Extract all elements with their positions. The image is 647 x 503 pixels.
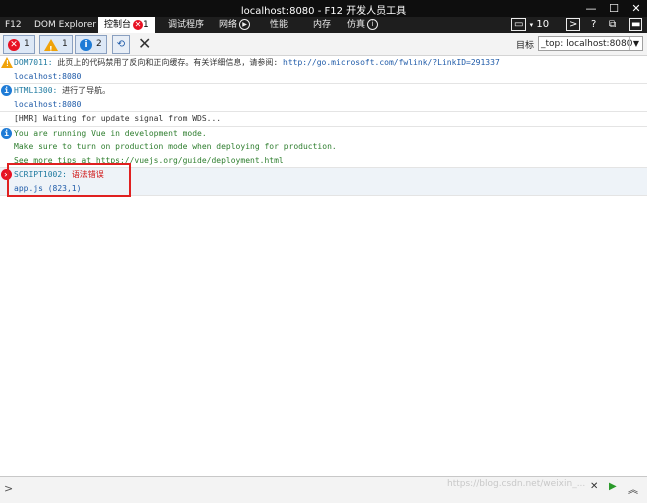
target-label: 目标 bbox=[516, 41, 535, 51]
message-code: DOM7011 bbox=[14, 58, 48, 67]
clear-console-button[interactable]: ✕ bbox=[138, 34, 151, 54]
tab-console-label: 控制台 bbox=[104, 20, 132, 30]
filter-info-button[interactable]: i2 bbox=[75, 35, 107, 54]
undock-button[interactable]: ⧉ bbox=[609, 18, 616, 32]
tab-debugger[interactable]: 调试程序 bbox=[168, 17, 204, 33]
tab-emulation-label: 仿真 bbox=[347, 20, 366, 30]
console-output: ! DOM7011: 此页上的代码禁用了反向和正向缓存。有关详细信息，请参阅: … bbox=[0, 56, 647, 475]
window-title: localhost:8080 - F12 开发人员工具 bbox=[240, 6, 407, 17]
tab-memory[interactable]: 内存 bbox=[313, 17, 331, 33]
document-mode-selector[interactable]: ▭ ▾ 10 bbox=[511, 18, 549, 32]
info-icon: i bbox=[80, 38, 92, 51]
maximize-button[interactable]: ☐ bbox=[603, 0, 625, 17]
message-source-link[interactable]: localhost:8080 bbox=[14, 100, 81, 109]
console-input-bar: > https://blog.csdn.net/weixin_... ✕ ▶ ︽ bbox=[0, 476, 647, 503]
console-input-prompt[interactable]: > bbox=[4, 482, 13, 495]
errors-count: 1 bbox=[24, 39, 30, 49]
tab-dom-explorer[interactable]: DOM Explorer bbox=[34, 17, 96, 33]
console-toggle-button[interactable]: > bbox=[566, 18, 581, 32]
console-message: [HMR] Waiting for update signal from WDS… bbox=[0, 112, 647, 127]
tool-tab-bar: F12 DOM Explorer 控制台 ✕ 1 调试程序 网络 ▶ 性能 内存 仿真… bbox=[0, 17, 647, 33]
message-source-link[interactable]: localhost:8080 bbox=[14, 72, 81, 81]
console-message: ! DOM7011: 此页上的代码禁用了反向和正向缓存。有关详细信息，请参阅: … bbox=[0, 56, 647, 84]
message-text: [HMR] Waiting for update signal from WDS… bbox=[14, 114, 222, 123]
help-button[interactable]: ? bbox=[591, 18, 596, 32]
warning-icon: ! bbox=[1, 57, 13, 68]
tab-console-error-count: 1 bbox=[143, 20, 149, 30]
document-mode-value: 10 bbox=[536, 19, 550, 30]
message-text: Make sure to turn on production mode whe… bbox=[14, 142, 337, 151]
clear-input-button[interactable]: ✕ bbox=[590, 481, 598, 492]
chevron-down-icon: ▼ bbox=[629, 37, 642, 50]
console-prompt-icon: > bbox=[566, 18, 581, 31]
dock-icon: ▬ bbox=[629, 18, 643, 31]
minimize-button[interactable]: — bbox=[580, 0, 602, 17]
double-chevron-up-icon: ︽ bbox=[628, 485, 638, 496]
clear-on-navigate-button[interactable]: ⟲ bbox=[112, 35, 130, 54]
info-icon: i bbox=[1, 127, 12, 139]
error-icon: ✕ bbox=[8, 38, 20, 51]
message-text: 此页上的代码禁用了反向和正向缓存。有关详细信息，请参阅: bbox=[57, 58, 279, 67]
console-message: i You are running Vue in development mod… bbox=[0, 127, 647, 168]
message-link[interactable]: http://go.microsoft.com/fwlink/?LinkID=2… bbox=[283, 58, 500, 67]
run-button[interactable]: ▶ bbox=[609, 481, 617, 492]
message-code: HTML1300 bbox=[14, 86, 53, 95]
tab-performance[interactable]: 性能 bbox=[270, 17, 288, 33]
filter-errors-button[interactable]: ✕ 1 bbox=[3, 35, 35, 54]
console-message: i HTML1300: 进行了导航。 localhost:8080 bbox=[0, 84, 647, 112]
tab-network[interactable]: 网络 ▶ bbox=[219, 17, 251, 33]
close-window-button[interactable]: ✕ bbox=[625, 0, 647, 17]
message-text: You are running Vue in development mode. bbox=[14, 128, 207, 138]
tab-f12[interactable]: F12 bbox=[5, 17, 22, 33]
title-bar: localhost:8080 - F12 开发人员工具 — ☐ ✕ bbox=[0, 0, 647, 17]
annotation-highlight-box bbox=[7, 163, 131, 197]
clear-on-navigate-icon: ⟲ bbox=[116, 39, 126, 50]
watermark-text: https://blog.csdn.net/weixin_... bbox=[447, 479, 586, 489]
target-select-value: _top: localhost:8080 bbox=[541, 39, 633, 49]
close-icon: ✕ bbox=[590, 481, 599, 492]
console-toolbar: ✕ 1 ! 1 i2 ⟲ ✕ 目标 _top: localhost:8080 ▼ bbox=[0, 33, 647, 56]
monitor-icon: ▭ bbox=[511, 18, 527, 31]
message-text: 进行了导航。 bbox=[62, 86, 111, 95]
target-select[interactable]: _top: localhost:8080 ▼ bbox=[538, 36, 643, 51]
warning-icon: ! bbox=[44, 38, 58, 54]
tab-console-error-badge: ✕ bbox=[133, 19, 144, 30]
record-play-icon: ▶ bbox=[239, 19, 251, 30]
filter-warnings-button[interactable]: ! 1 bbox=[39, 35, 73, 54]
play-icon: ▶ bbox=[609, 481, 617, 492]
info-count: 2 bbox=[96, 39, 102, 49]
dock-button[interactable]: ▬ bbox=[629, 18, 643, 32]
close-icon: ✕ bbox=[138, 34, 152, 53]
tab-console[interactable]: 控制台 ✕ 1 bbox=[98, 17, 155, 33]
chevron-down-icon: ▾ bbox=[529, 21, 534, 29]
emulation-info-icon: i bbox=[367, 19, 379, 30]
tab-emulation[interactable]: 仿真 i bbox=[347, 17, 379, 33]
expand-input-button[interactable]: ︽ bbox=[628, 481, 638, 496]
warnings-count: 1 bbox=[62, 39, 68, 49]
tab-network-label: 网络 bbox=[219, 20, 238, 30]
undock-icon: ⧉ bbox=[609, 19, 617, 30]
devtools-window: localhost:8080 - F12 开发人员工具 — ☐ ✕ F12 DO… bbox=[0, 0, 647, 503]
info-icon: i bbox=[1, 85, 12, 96]
